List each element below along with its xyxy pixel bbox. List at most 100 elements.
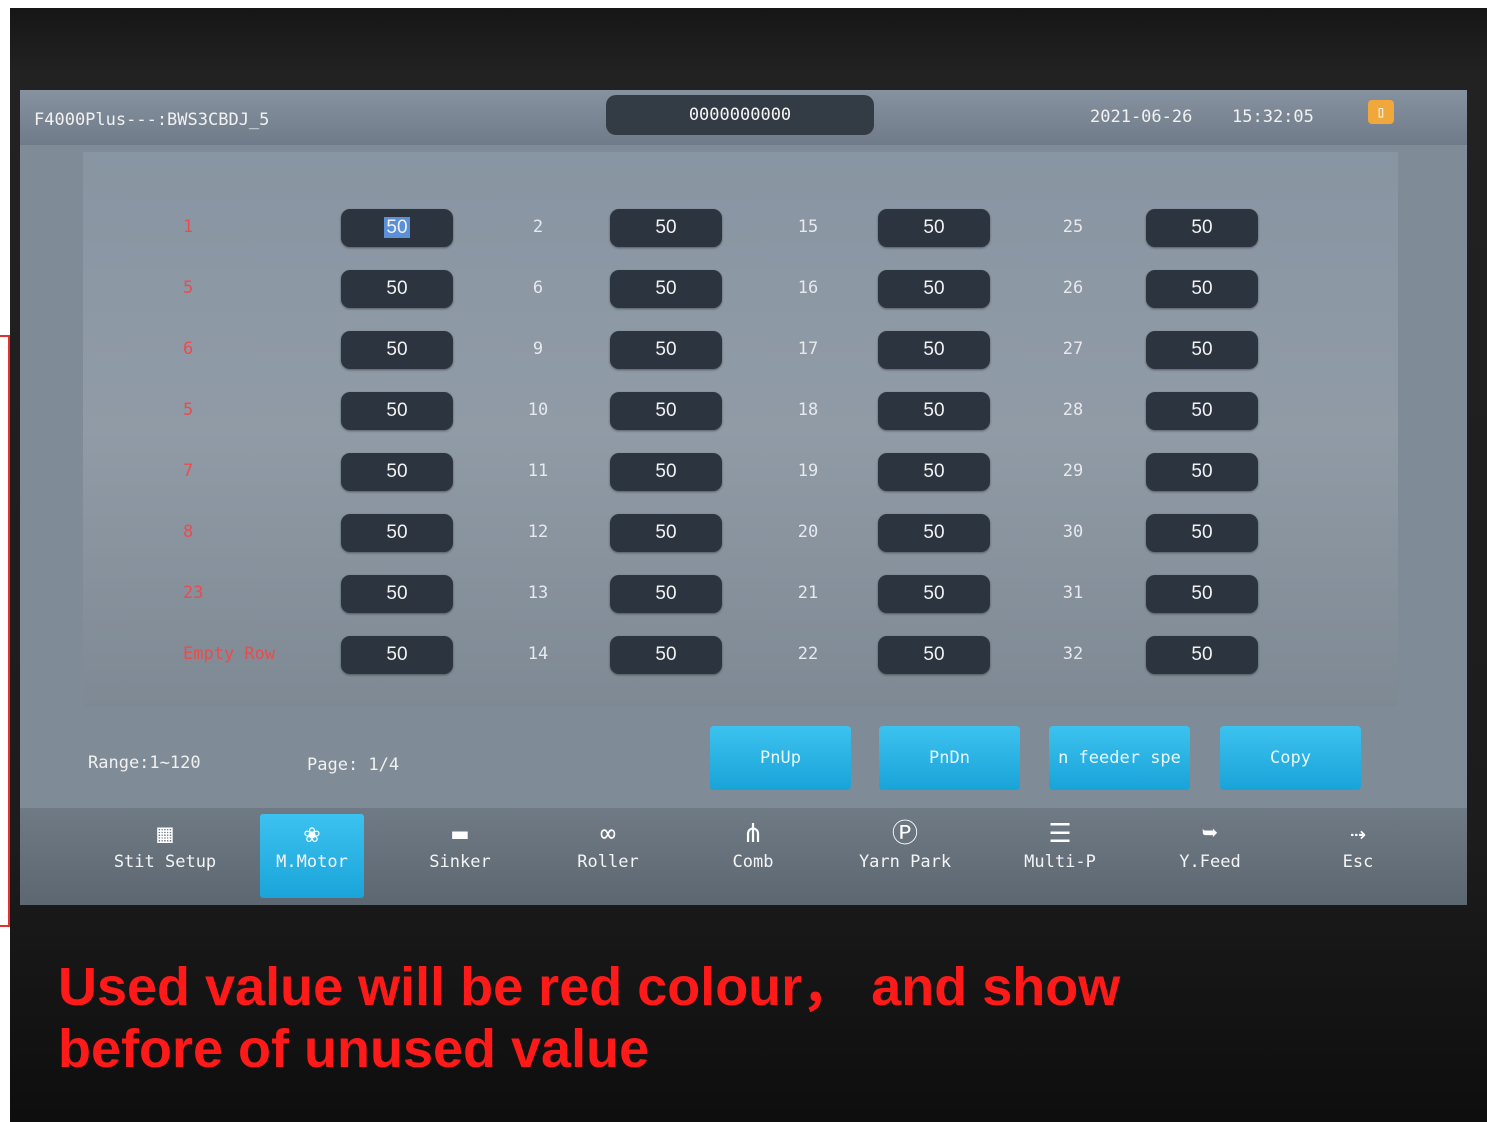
speed-value-field[interactable]: 50	[341, 575, 453, 613]
toolbar-label: Stit Setup	[113, 852, 217, 872]
sinker-icon: ▬	[452, 819, 468, 849]
range-label: Range:1~120	[88, 753, 201, 773]
row-number-label: 27	[1062, 339, 1084, 359]
speed-value-field[interactable]: 50	[1146, 270, 1258, 308]
speed-value-field[interactable]: 50	[610, 636, 722, 674]
toolbar-comb[interactable]: ⋔ Comb	[703, 814, 803, 898]
speed-value-field[interactable]: 50	[341, 636, 453, 674]
speed-value-field[interactable]: 50	[878, 331, 990, 369]
toolbar-esc[interactable]: ⇢ Esc	[1318, 814, 1398, 898]
toolbar-m-motor[interactable]: ❀ M.Motor	[260, 814, 364, 898]
toolbar-label: Y.Feed	[1179, 852, 1241, 872]
value-text: 50	[1191, 400, 1213, 421]
row-number-label: 12	[527, 522, 549, 542]
toolbar-label: M.Motor	[276, 852, 348, 872]
page-down-button[interactable]: PnDn	[879, 726, 1020, 790]
value-text: 50	[1191, 644, 1213, 665]
value-text: 50	[655, 339, 677, 360]
used-row-label: 23	[183, 583, 204, 603]
toolbar-label: Multi-P	[1024, 852, 1096, 872]
yarn-park-icon: Ⓟ	[891, 819, 918, 849]
toolbar-stit-setup[interactable]: ▦ Stit Setup	[100, 814, 230, 898]
row-number-label: 26	[1062, 278, 1084, 298]
annotation-line-2: before of unused value	[58, 1019, 650, 1079]
value-text: 50	[923, 644, 945, 665]
value-text: 50	[386, 461, 408, 482]
speed-value-field[interactable]: 50	[341, 209, 453, 247]
row-number-label: 22	[797, 644, 819, 664]
folder-icon[interactable]: ▯	[1368, 100, 1394, 124]
speed-value-field[interactable]: 50	[610, 392, 722, 430]
speed-value-field[interactable]: 50	[610, 453, 722, 491]
value-text: 50	[923, 278, 945, 299]
speed-value-field[interactable]: 50	[610, 331, 722, 369]
row-number-label: 31	[1062, 583, 1084, 603]
row-number-label: 28	[1062, 400, 1084, 420]
used-row-label: 5	[183, 278, 194, 298]
toolbar-label: Comb	[732, 852, 774, 872]
row-number-label: 32	[1062, 644, 1084, 664]
speed-value-field[interactable]: 50	[878, 209, 990, 247]
value-text: 50	[655, 522, 677, 543]
toolbar-yarn-park[interactable]: Ⓟ Yarn Park	[845, 814, 965, 898]
page-up-button[interactable]: PnUp	[710, 726, 851, 790]
speed-value-field[interactable]: 50	[610, 209, 722, 247]
page-label: Page: 1/4	[307, 755, 400, 775]
speed-value-field[interactable]: 50	[878, 636, 990, 674]
speed-value-field[interactable]: 50	[341, 392, 453, 430]
used-row-label: Empty Row	[183, 644, 276, 664]
row-number-label: 13	[527, 583, 549, 603]
feeder-speed-button[interactable]: n feeder spe	[1049, 726, 1190, 790]
toolbar-sinker[interactable]: ▬ Sinker	[410, 814, 510, 898]
speed-value-field[interactable]: 50	[1146, 331, 1258, 369]
speed-value-field[interactable]: 50	[341, 453, 453, 491]
used-row-label: 1	[183, 217, 194, 237]
row-number-label: 17	[797, 339, 819, 359]
toolbar-label: Esc	[1342, 852, 1374, 872]
value-text: 50	[923, 400, 945, 421]
toolbar-multi-p[interactable]: ☰ Multi-P	[1008, 814, 1112, 898]
speed-value-field[interactable]: 50	[1146, 636, 1258, 674]
used-row-label: 7	[183, 461, 194, 481]
speed-value-field[interactable]: 50	[341, 270, 453, 308]
speed-value-field[interactable]: 50	[1146, 209, 1258, 247]
speed-value-field[interactable]: 50	[341, 514, 453, 552]
used-row-label: 6	[183, 339, 194, 359]
value-text: 50	[386, 522, 408, 543]
speed-value-field[interactable]: 50	[1146, 575, 1258, 613]
speed-value-field[interactable]: 50	[610, 270, 722, 308]
speed-value-field[interactable]: 50	[878, 575, 990, 613]
row-number-label: 16	[797, 278, 819, 298]
roller-icon: ∞	[600, 819, 616, 849]
toolbar-roller[interactable]: ∞ Roller	[558, 814, 658, 898]
annotation-line-1: Used value will be red colour， and show	[58, 957, 1121, 1017]
speed-value-field[interactable]: 50	[1146, 514, 1258, 552]
toolbar-y-feed[interactable]: ➥ Y.Feed	[1160, 814, 1260, 898]
used-row-label: 5	[183, 400, 194, 420]
value-text: 50	[1191, 583, 1213, 604]
speed-value-field[interactable]: 50	[610, 514, 722, 552]
counter-display[interactable]: 0000000000	[606, 95, 874, 135]
value-text: 50	[1191, 339, 1213, 360]
row-number-label: 19	[797, 461, 819, 481]
speed-value-field[interactable]: 50	[878, 514, 990, 552]
row-number-label: 18	[797, 400, 819, 420]
speed-value-field[interactable]: 50	[341, 331, 453, 369]
value-text: 50	[384, 217, 410, 238]
speed-value-field[interactable]: 50	[878, 453, 990, 491]
speed-value-field[interactable]: 50	[878, 392, 990, 430]
exit-icon: ⇢	[1350, 819, 1366, 849]
speed-value-field[interactable]: 50	[878, 270, 990, 308]
speed-value-field[interactable]: 50	[1146, 453, 1258, 491]
date-display: 2021-06-26	[1090, 107, 1193, 127]
copy-button[interactable]: Copy	[1220, 726, 1361, 790]
value-text: 50	[655, 217, 677, 238]
value-text: 50	[923, 583, 945, 604]
value-text: 50	[386, 278, 408, 299]
speed-value-field[interactable]: 50	[610, 575, 722, 613]
row-number-label: 9	[532, 339, 544, 359]
feed-icon: ➥	[1202, 819, 1218, 849]
value-text: 50	[923, 217, 945, 238]
speed-value-field[interactable]: 50	[1146, 392, 1258, 430]
row-number-label: 20	[797, 522, 819, 542]
